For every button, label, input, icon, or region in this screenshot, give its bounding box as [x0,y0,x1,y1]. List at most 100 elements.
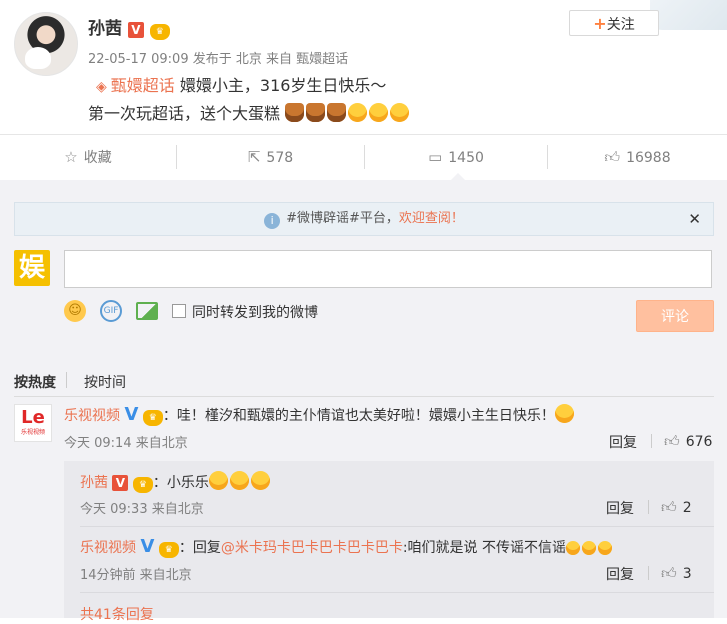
comment-icon: ▭ [428,148,443,166]
action-separator [648,500,649,514]
reply-like-button[interactable]: 👍︎ 2 [661,498,692,517]
favorite-button[interactable]: ☆ 收藏 [0,135,176,179]
mention-link[interactable]: @米卡玛卡巴卡巴卡巴卡巴卡 [221,540,403,556]
post-text-line1: ◈ 甄嬛超话 嬛嬛小主，316岁生日快乐～ [96,72,386,96]
notice-link[interactable]: 欢迎查阅！ [399,211,464,226]
celebrate-face-emoji-icon [390,103,410,122]
comment-text: 乐视视频 V ♛ ：哇！槿汐和甄嬛的主仆情谊也太美好啦！嬛嬛小主生日快乐！ [64,404,576,426]
reply-body: ：小乐乐 [152,475,209,491]
reply-body-prefix: ：回复 [178,540,221,556]
member-crown-icon[interactable]: ♛ [158,542,179,558]
repost-checkbox-label: 同时转发到我的微博 [192,305,318,321]
celebrate-face-emoji-icon [348,103,368,122]
author-avatar[interactable] [14,12,78,76]
sort-divider [14,396,714,397]
notice-text: #微博辟谣#平台， [286,211,399,226]
gif-icon[interactable]: GIF [100,300,122,322]
verified-v-icon[interactable]: V [124,406,138,424]
reply-text: 乐视视频 V ♛ ：回复@米卡玛卡巴卡巴卡巴卡巴卡:咱们就是说 不传谣不信谣 [80,537,614,558]
action-bar: ☆ 收藏 ⇱ 578 ▭ 1450 👍︎ 16988 [0,135,727,179]
sort-separator [66,372,67,388]
smiley-emoji-icon[interactable]: ☺ [64,300,86,322]
action-separator [651,434,652,448]
plus-icon: + [593,14,607,33]
image-icon[interactable] [136,302,158,320]
comment-like-button[interactable]: 👍︎ 676 [664,432,712,451]
celebrate-face-emoji-icon [250,471,270,490]
celebrate-face-emoji-icon [369,103,389,122]
crying-face-emoji-icon [566,541,581,555]
reply-divider [80,526,714,527]
celebrate-face-emoji-icon [229,471,249,490]
super-topic-icon: ◈ [96,79,107,95]
author-name[interactable]: 孙茜 [88,19,122,39]
topic-link[interactable]: 甄嬛超话 [111,76,175,95]
comment-time: 今天 09:14 来自北京 [64,436,188,451]
reply-author[interactable]: 孙茜 [80,475,108,491]
letv-logo-subtext: 乐视视频 [20,429,45,436]
post-meta: 22-05-17 09:09 发布于 北京 来自 甄嬛超话 [88,52,349,67]
comment-input[interactable] [64,250,712,288]
submit-comment-button[interactable]: 评论 [636,300,714,332]
thumbs-up-icon: 👍︎ [661,498,677,516]
reply-button[interactable]: 回复 [609,432,637,452]
follow-button[interactable]: +关注 [569,10,659,36]
like-button[interactable]: 👍︎ 16988 [548,135,727,179]
star-icon: ☆ [64,148,78,166]
sort-by-time-tab[interactable]: 按时间 [84,372,126,392]
post-text-line2: 第一次玩超话，送个大蛋糕 [88,100,411,124]
reply-time: 今天 09:33 来自北京 [80,502,204,517]
cake-emoji-icon [285,103,305,122]
comment-count: 1450 [448,150,484,166]
cake-emoji-icon [306,103,326,122]
reply-text: 孙茜 V ♛ ：小乐乐 [80,471,272,493]
my-avatar[interactable]: 娱 [14,250,50,286]
repost-icon: ⇱ [247,148,261,166]
member-crown-icon[interactable]: ♛ [142,410,163,426]
sort-by-hot-tab[interactable]: 按热度 [14,372,56,392]
cake-emoji-icon [327,103,347,122]
reply-like-count: 2 [682,500,692,516]
verified-v-icon[interactable]: V [112,475,129,491]
member-crown-icon[interactable]: ♛ [132,477,153,493]
reply-time: 14分钟前 来自北京 [80,568,192,583]
favorite-label: 收藏 [83,150,112,166]
reply-button[interactable]: 回复 [606,498,634,518]
thumbs-up-icon: 👍︎ [604,148,621,166]
comment-body: ：哇！槿汐和甄嬛的主仆情谊也太美好啦！嬛嬛小主生日快乐！ [162,408,555,424]
reply-divider [80,592,714,593]
avatar-dog-figure [25,47,51,69]
commenter-avatar[interactable]: Le 乐视视频 [14,404,52,442]
author-line: 孙茜 V ♛ [88,14,170,40]
commenter-name[interactable]: 乐视视频 [64,408,120,424]
thumbs-up-icon: 👍︎ [664,432,680,450]
reply-body-suffix: :咱们就是说 不传谣不信谣 [402,540,567,556]
post-text-line2-body: 第一次玩超话，送个大蛋糕 [88,104,281,123]
crying-face-emoji-icon [582,541,597,555]
post-text-line1-body: 嬛嬛小主，316岁生日快乐～ [174,76,387,95]
celebrate-face-emoji-icon [208,471,228,490]
rumor-notice-banner: i #微博辟谣#平台，欢迎查阅！ ✕ [14,202,714,236]
verified-v-icon[interactable]: V [140,538,154,556]
verified-v-icon[interactable]: V [127,22,144,38]
letv-logo-text: Le [21,407,45,428]
info-icon: i [264,213,281,229]
follow-label: 关注 [606,17,635,33]
repost-button[interactable]: ⇱ 578 [177,135,364,179]
comment-like-count: 676 [685,434,713,450]
more-replies-link[interactable]: 共41条回复 [80,604,154,624]
member-crown-icon[interactable]: ♛ [149,24,170,40]
reply-like-button[interactable]: 👍︎ 3 [661,564,692,583]
reply-like-count: 3 [682,566,692,582]
repost-count: 578 [266,150,294,166]
close-icon[interactable]: ✕ [688,203,701,235]
reply-button[interactable]: 回复 [606,564,634,584]
reply-author[interactable]: 乐视视频 [80,540,136,556]
crying-face-emoji-icon [598,541,613,555]
like-count: 16988 [626,150,671,166]
thumbs-up-icon: 👍︎ [661,564,677,582]
action-separator [648,566,649,580]
repost-checkbox[interactable] [172,304,186,318]
comment-caret [451,173,465,180]
shocked-face-emoji-icon [554,404,574,423]
